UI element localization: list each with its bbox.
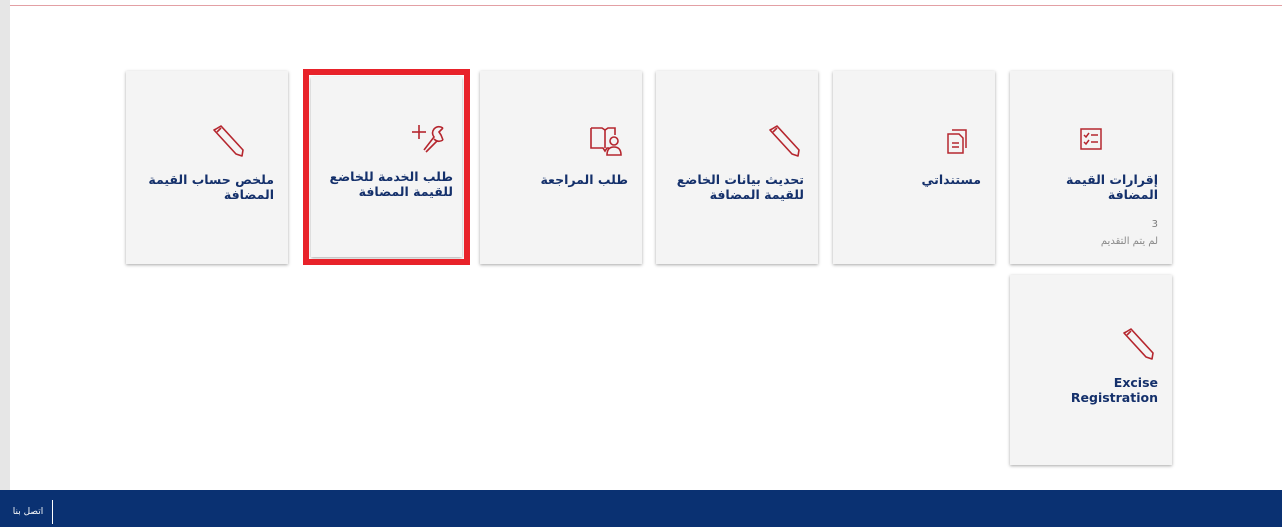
pencil-icon	[769, 125, 800, 157]
tile-my-documents[interactable]: مستنداتي	[833, 71, 995, 264]
top-divider	[0, 5, 1282, 6]
tile-title: ملخص حساب القيمة المضافة	[148, 172, 274, 202]
document-icon	[947, 129, 967, 154]
footer-bar: اتصل بنا	[0, 490, 1282, 527]
tile-title: طلب المراجعة	[540, 172, 628, 187]
book-person-icon	[590, 127, 622, 156]
contact-us-button[interactable]: اتصل بنا	[4, 500, 53, 524]
tile-status: لم يتم التقديم	[1100, 236, 1158, 247]
tile-title: طلب الخدمة للخاضع للقيمة المضافة	[329, 169, 453, 199]
tile-title: إقرارات القيمة المضافة	[1066, 172, 1158, 202]
tile-service-request[interactable]: طلب الخدمة للخاضع للقيمة المضافة	[303, 69, 470, 265]
tile-title: تحديث بيانات الخاضع للقيمة المضافة	[676, 172, 804, 202]
tile-update-taxpayer-data[interactable]: تحديث بيانات الخاضع للقيمة المضافة	[656, 71, 818, 264]
checklist-icon	[1080, 128, 1102, 150]
tile-title: مستنداتي	[921, 172, 981, 187]
wrench-plus-icon	[412, 125, 444, 153]
tile-vat-returns[interactable]: إقرارات القيمة المضافة 3 لم يتم التقديم	[1010, 71, 1172, 264]
pencil-icon	[1123, 328, 1154, 360]
pencil-icon	[213, 125, 244, 157]
left-scroll-track	[0, 0, 10, 490]
tile-count: 3	[1151, 219, 1158, 230]
tile-review-request[interactable]: طلب المراجعة	[480, 71, 642, 264]
tile-excise-registration[interactable]: Excise Registration	[1010, 275, 1172, 465]
tile-vat-account-summary[interactable]: ملخص حساب القيمة المضافة	[126, 71, 288, 264]
tile-title: Excise Registration	[1070, 375, 1158, 405]
